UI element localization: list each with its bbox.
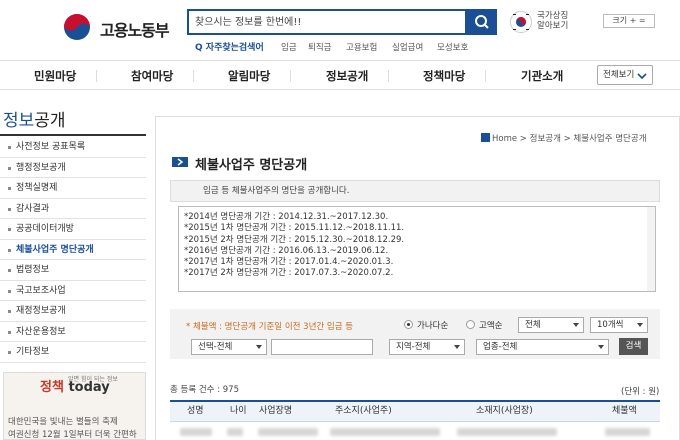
sidebar-item[interactable]: 사전정보 공표목록	[0, 137, 146, 158]
quick-link-maternity[interactable]: 모성보호	[437, 41, 468, 53]
sidebar-item[interactable]: 법령정보	[0, 260, 146, 281]
nav-news[interactable]: 알림마당	[228, 68, 270, 84]
sidebar-title-rest: 공개	[34, 111, 66, 131]
nav-civil[interactable]: 민원마당	[34, 68, 76, 84]
industry-select[interactable]: 업종-전체	[476, 339, 609, 355]
table-cell-redacted	[330, 428, 440, 436]
period-line: *2015년 1차 명단공개 기간 : 2015.11.12.~2018.11.…	[184, 223, 405, 234]
col-age: 나이	[230, 406, 247, 416]
intro-text: 임금 등 체불사업주의 명단을 공개합니다.	[170, 180, 660, 202]
quick-link-unemployment-benefit[interactable]: 실업급여	[392, 41, 423, 53]
col-site-address: 소재지(사업장)	[476, 406, 533, 416]
unit-label: (단위 : 원)	[621, 387, 660, 397]
total-count: 총 등록 건수 : 975	[170, 385, 239, 395]
sort-amount-label[interactable]: 고액순	[479, 319, 502, 331]
view-all-label: 전체보기	[603, 70, 635, 80]
page-title: 체불사업주 명단공개	[195, 158, 308, 173]
home-icon	[481, 133, 490, 142]
search-field-select[interactable]: 선택-전체	[191, 339, 267, 355]
search-box	[187, 9, 467, 35]
table-cell-redacted	[457, 428, 557, 436]
title-bullet-icon	[172, 157, 188, 167]
sidebar-item[interactable]: 체불사업주 명단공개	[0, 240, 146, 260]
font-size-control[interactable]: 크기 + =	[603, 14, 655, 28]
taegukgi-icon[interactable]	[510, 11, 532, 33]
sidebar-divider	[0, 134, 146, 136]
policy-today-item[interactable]: 대한민국을 빛내는 별들의 축제	[8, 415, 118, 427]
period-line: *2014년 명단공개 기간 : 2014.12.31.~2017.12.30.	[184, 212, 389, 222]
quick-link-employment-insurance[interactable]: 고용보험	[346, 41, 377, 53]
filter-search-button[interactable]: 검색	[619, 338, 648, 355]
table-cell-redacted	[227, 428, 243, 436]
quick-link-severance[interactable]: 퇴직금	[308, 41, 331, 53]
ministry-logo-icon[interactable]	[62, 12, 96, 42]
sidebar-item[interactable]: 기타정보	[0, 342, 146, 363]
gov-symbol-line2: 알아보기	[537, 21, 569, 31]
gov-symbol-line1: 국가상징	[537, 11, 569, 21]
sidebar-item[interactable]: 재정정보공개	[0, 301, 146, 322]
nav-divider	[96, 70, 97, 82]
period-line: *2015년 2차 명단공개 기간 : 2015.12.30.~2018.12.…	[184, 234, 405, 245]
breadcrumb[interactable]: Home > 정보공개 > 체불사업주 명단공개	[492, 132, 647, 144]
sidebar-item[interactable]: 감사결과	[0, 199, 146, 219]
nav-participation[interactable]: 참여마당	[131, 68, 173, 84]
col-owner-address: 주소지(사업주)	[335, 406, 392, 416]
sidebar-item[interactable]: 국고보조사업	[0, 281, 146, 301]
table-cell-redacted	[605, 428, 650, 436]
page-size-select[interactable]: 10개씩	[590, 317, 648, 333]
disclosure-periods-box[interactable]: *2014년 명단공개 기간 : 2014.12.31.~2017.12.30.…	[178, 206, 656, 292]
policy-today-subtitle: 알면 힘이 되는 정보	[68, 376, 118, 383]
gov-symbol-link[interactable]: 국가상징 알아보기	[537, 11, 577, 31]
nav-divider	[193, 70, 194, 82]
sidebar-item[interactable]: 정책실명제	[0, 178, 146, 199]
period-line: *2017년 1차 명단공개 기간 : 2017.01.4.~2020.01.3…	[184, 257, 394, 268]
chevron-down-icon	[637, 73, 647, 80]
col-name: 성명	[187, 406, 204, 416]
filter-note: * 체불액 : 명단공개 기준일 이전 3년간 임금 등	[186, 322, 354, 332]
sidebar-item[interactable]: 공공데이터개방	[0, 219, 146, 240]
nav-divider	[388, 70, 389, 82]
ministry-name[interactable]: 고용노동부	[100, 17, 170, 41]
sidebar-title: 정보공개	[3, 106, 66, 131]
col-amount: 체불액	[612, 406, 637, 416]
frequent-search-label: Q 자주찾는검색어	[195, 43, 264, 53]
policy-today-item[interactable]: 여권신청 12월 1일부터 더욱 간편하	[8, 428, 137, 440]
sort-amount-radio[interactable]	[466, 320, 475, 329]
nav-divider	[485, 70, 486, 82]
category-select[interactable]: 전체	[518, 317, 584, 333]
sort-alpha-label[interactable]: 가나다순	[417, 319, 448, 331]
table-cell-redacted	[180, 428, 212, 436]
nav-info-disclosure[interactable]: 정보공개	[326, 68, 368, 84]
sidebar-item[interactable]: 행정정보공개	[0, 158, 146, 178]
quick-link-wage[interactable]: 임금	[281, 41, 297, 53]
sidebar-title-highlight: 정보	[3, 111, 35, 131]
today-logo-b: 책	[51, 380, 64, 395]
sidebar-item[interactable]: 자산운용정보	[0, 322, 146, 342]
keyword-input[interactable]	[271, 339, 373, 355]
period-line: *2016년 명단공개 기간 : 2016.06.13.~2019.06.12.	[184, 245, 389, 256]
today-logo-a: 정	[40, 380, 52, 395]
search-button[interactable]	[467, 9, 497, 35]
period-line: *2017년 2차 명단공개 기간 : 2017.07.3.~2020.07.2…	[184, 268, 394, 279]
col-company: 사업장명	[259, 406, 293, 416]
search-icon	[475, 15, 489, 29]
view-all-button[interactable]: 전체보기	[597, 65, 653, 85]
nav-divider	[290, 70, 291, 82]
region-select[interactable]: 지역-전체	[389, 339, 465, 355]
scrollbar[interactable]	[647, 207, 655, 291]
nav-about[interactable]: 기관소개	[521, 68, 563, 84]
main-nav: 민원마당 참여마당 알림마당 정보공개 정책마당 기관소개 전체보기	[0, 60, 680, 90]
sort-alpha-radio[interactable]	[404, 320, 413, 329]
table-cell-redacted	[258, 428, 318, 436]
search-input[interactable]	[189, 11, 437, 33]
nav-policy[interactable]: 정책마당	[423, 68, 465, 84]
